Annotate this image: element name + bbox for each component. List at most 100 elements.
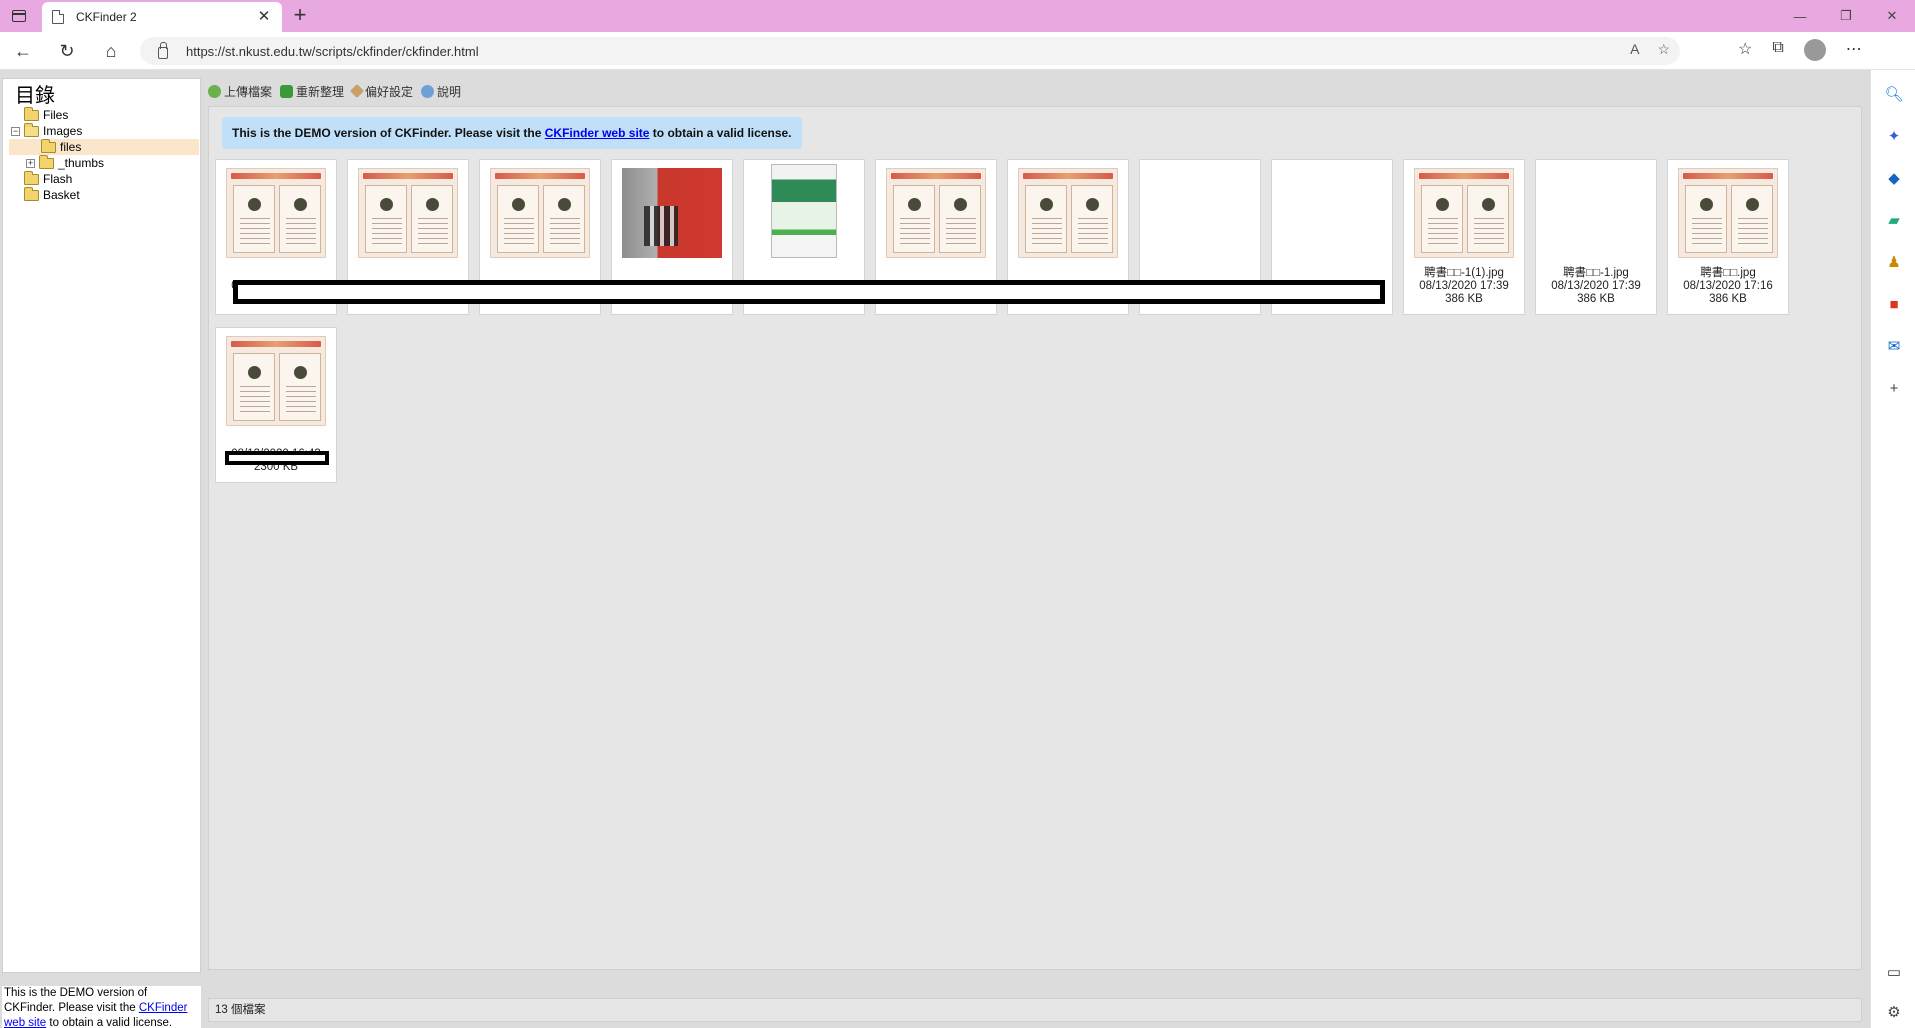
read-aloud-icon[interactable]: A bbox=[1630, 41, 1639, 58]
browser-tab[interactable]: CKFinder 2 ✕ bbox=[42, 2, 282, 32]
tree-item-images[interactable]: − Images bbox=[9, 122, 199, 139]
new-tab-button[interactable]: + bbox=[288, 4, 312, 28]
file-name bbox=[216, 434, 336, 448]
file-thumbnail[interactable]: 聘書□□.jpg 08/13/2020 17:16 386 KB bbox=[1667, 159, 1789, 315]
redaction-bar bbox=[225, 451, 329, 465]
demo-banner: This is the DEMO version of CKFinder. Pl… bbox=[222, 117, 802, 149]
tree-label: Files bbox=[43, 108, 69, 122]
redaction-bar bbox=[233, 280, 1385, 304]
help-label: 說明 bbox=[437, 84, 462, 99]
shopping-icon[interactable]: ◆ bbox=[1884, 168, 1904, 188]
tab-actions-button[interactable] bbox=[8, 6, 30, 26]
tools-icon[interactable]: ▰ bbox=[1884, 210, 1904, 230]
search-icon[interactable]: 🔍︎ bbox=[1884, 84, 1904, 104]
back-button[interactable]: ← bbox=[10, 39, 36, 63]
games-icon[interactable]: ♟ bbox=[1884, 252, 1904, 272]
refresh-label: 重新整理 bbox=[296, 84, 345, 99]
certificate-page bbox=[1467, 185, 1509, 253]
restore-button[interactable]: ❐ bbox=[1823, 0, 1869, 32]
close-window-button[interactable]: ✕ bbox=[1869, 0, 1915, 32]
upload-label: 上傳檔案 bbox=[224, 84, 273, 99]
banner-suffix: to obtain a valid license. bbox=[652, 126, 792, 140]
file-name bbox=[1008, 266, 1128, 280]
add-favorite-icon[interactable]: ☆ bbox=[1657, 41, 1670, 58]
settings-icon bbox=[349, 83, 365, 99]
demo-license-note: This is the DEMO version of CKFinder. Pl… bbox=[2, 986, 201, 1028]
tree-item-thumbs[interactable]: + _thumbs bbox=[9, 154, 199, 171]
certificate-page bbox=[939, 185, 981, 253]
tree-item-basket[interactable]: Basket bbox=[9, 186, 199, 203]
poster-thumbnail-image bbox=[771, 164, 837, 258]
add-icon[interactable]: + bbox=[1884, 378, 1904, 398]
blank-thumbnail-image bbox=[1150, 168, 1250, 258]
tree-item-flash[interactable]: Flash bbox=[9, 170, 199, 187]
folder-icon bbox=[39, 154, 54, 169]
refresh-icon bbox=[280, 84, 294, 98]
file-name bbox=[744, 266, 864, 280]
address-bar[interactable]: https://st.nkust.edu.tw/scripts/ckfinder… bbox=[140, 37, 1680, 65]
tab-close-button[interactable]: ✕ bbox=[256, 9, 272, 25]
settings-gear-icon[interactable]: ⚙ bbox=[1884, 1002, 1904, 1022]
sidebar-toggle-icon[interactable]: ▭ bbox=[1884, 962, 1904, 982]
file-thumbnail[interactable]: 聘書□□-1.jpg 08/13/2020 17:39 386 KB bbox=[1535, 159, 1657, 315]
copilot-icon[interactable]: ✦ bbox=[1884, 126, 1904, 146]
tab-title: CKFinder 2 bbox=[76, 10, 137, 24]
photo-thumbnail-image bbox=[622, 168, 722, 258]
help-button[interactable]: 說明 bbox=[421, 83, 461, 100]
favorites-icon[interactable]: ☆ bbox=[1738, 39, 1752, 61]
certificate-thumbnail-image bbox=[1018, 168, 1118, 258]
tree-item-files[interactable]: Files bbox=[9, 106, 199, 123]
tree-label: _thumbs bbox=[58, 156, 105, 170]
file-date: 08/13/2020 17:39 bbox=[1551, 280, 1641, 292]
file-name bbox=[216, 266, 336, 280]
browser-sidebar: 🔍︎ ✦ ◆ ▰ ♟ ■ ✉ + ▭ ⚙ bbox=[1870, 70, 1915, 1028]
file-size: 386 KB bbox=[1577, 293, 1615, 305]
certificate-page bbox=[279, 185, 321, 253]
certificate-page bbox=[497, 185, 539, 253]
status-bar: 13 個檔案 bbox=[208, 998, 1862, 1022]
certificate-page bbox=[1421, 185, 1463, 253]
certificate-thumbnail-image bbox=[490, 168, 590, 258]
blank-thumbnail-image bbox=[1546, 168, 1646, 258]
upload-button[interactable]: 上傳檔案 bbox=[208, 83, 272, 100]
profile-avatar[interactable] bbox=[1803, 39, 1826, 61]
refresh-button[interactable]: ↻ bbox=[54, 39, 80, 63]
banner-ckfinder-link[interactable]: CKFinder web site bbox=[545, 126, 650, 140]
tree-item-files-sub[interactable]: files bbox=[9, 138, 199, 155]
file-date: 08/13/2020 17:39 bbox=[1419, 280, 1509, 292]
demo-note-prefix: This is the DEMO version of CKFinder. Pl… bbox=[4, 987, 148, 1014]
tree-label: files bbox=[60, 140, 82, 154]
tree-label: Basket bbox=[43, 188, 80, 202]
outlook-icon[interactable]: ✉ bbox=[1884, 336, 1904, 356]
certificate-page bbox=[1071, 185, 1113, 253]
file-thumbnail[interactable]: 聘書□□-1(1).jpg 08/13/2020 17:39 386 KB bbox=[1403, 159, 1525, 315]
file-name bbox=[612, 266, 732, 280]
certificate-thumbnail-image bbox=[1678, 168, 1778, 258]
home-button[interactable]: ⌂ bbox=[98, 39, 124, 63]
ckfinder-toolbar: 上傳檔案 重新整理 偏好設定 說明 bbox=[208, 78, 488, 104]
folder-icon bbox=[41, 138, 56, 153]
file-name: 聘書□□.jpg bbox=[1700, 267, 1756, 279]
certificate-page bbox=[1685, 185, 1727, 253]
file-size: 386 KB bbox=[1445, 293, 1483, 305]
more-menu-icon[interactable]: ⋯ bbox=[1846, 39, 1862, 61]
refresh-files-button[interactable]: 重新整理 bbox=[280, 83, 344, 100]
folder-tree: Files − Images files + _thumbs Flash Bas… bbox=[9, 106, 199, 203]
lock-icon[interactable] bbox=[158, 42, 168, 59]
expand-toggle[interactable]: + bbox=[26, 158, 35, 168]
settings-button[interactable]: 偏好設定 bbox=[349, 83, 413, 100]
minimize-button[interactable]: — bbox=[1777, 0, 1823, 32]
file-name: 聘書□□-1(1).jpg bbox=[1424, 267, 1504, 279]
certificate-page bbox=[1731, 185, 1773, 253]
collections-icon[interactable]: ⧉ bbox=[1772, 39, 1783, 61]
address-toolbar: ← ↻ ⌂ https://st.nkust.edu.tw/scripts/ck… bbox=[0, 32, 1915, 70]
collapse-toggle[interactable]: − bbox=[11, 126, 20, 136]
browser-tools: ☆ ⧉ ⋯ bbox=[1738, 39, 1862, 61]
url-text[interactable]: https://st.nkust.edu.tw/scripts/ckfinder… bbox=[186, 44, 479, 59]
certificate-thumbnail-image bbox=[226, 336, 326, 426]
window-controls: — ❐ ✕ bbox=[1777, 0, 1915, 32]
office-icon[interactable]: ■ bbox=[1884, 294, 1904, 314]
tree-label: Flash bbox=[43, 172, 73, 186]
demo-note-suffix: to obtain a valid license. bbox=[46, 1017, 173, 1028]
certificate-page bbox=[233, 353, 275, 421]
